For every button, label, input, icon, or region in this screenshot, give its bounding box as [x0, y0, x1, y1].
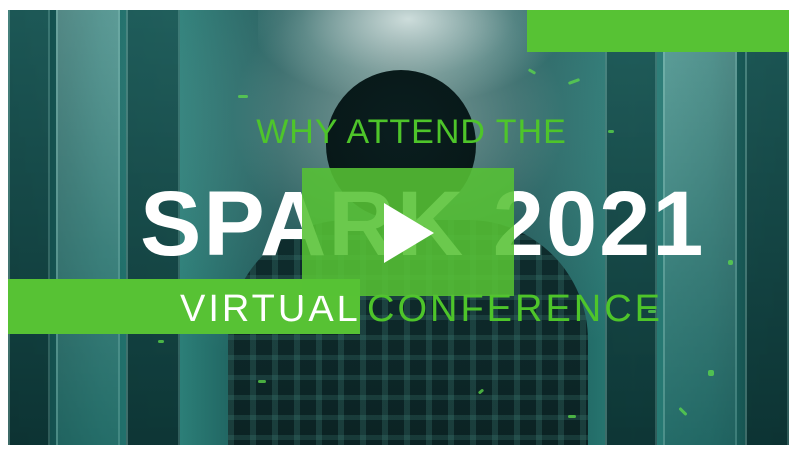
particle: [568, 415, 576, 418]
particle: [708, 370, 714, 376]
accent-bar-top: [527, 10, 789, 52]
particle: [728, 260, 733, 265]
video-embed-frame: WHY ATTEND THE SPARK 2021 VIRTUAL CONFER…: [0, 0, 797, 453]
headline-why-attend: WHY ATTEND THE: [256, 113, 567, 151]
particle: [158, 340, 164, 343]
play-icon[interactable]: [384, 203, 434, 263]
particle: [567, 78, 581, 85]
server-rack: [56, 10, 120, 445]
particle: [238, 95, 248, 98]
particle: [258, 380, 266, 383]
server-rack: [8, 10, 50, 445]
server-rack: [745, 10, 789, 445]
